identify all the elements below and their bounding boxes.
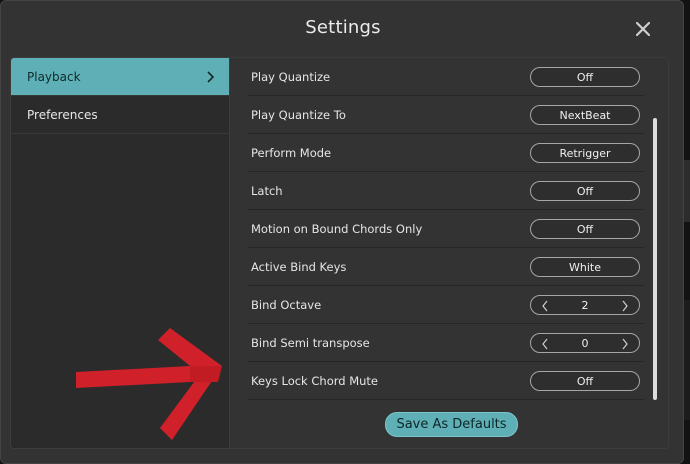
setting-label: Keys Lock Chord Mute	[251, 373, 379, 388]
active-bind-keys-select[interactable]: White	[530, 257, 640, 277]
setting-value: Retrigger	[559, 146, 611, 160]
close-button[interactable]	[631, 17, 655, 41]
sidebar-item-label: Preferences	[27, 107, 98, 122]
close-icon	[635, 21, 651, 37]
setting-label: Latch	[251, 183, 283, 198]
setting-label: Play Quantize To	[251, 107, 346, 122]
setting-row-keys-lock-chord-mute: Keys Lock Chord Mute Off	[248, 362, 644, 400]
chevron-right-icon	[207, 71, 215, 83]
setting-value: Off	[576, 184, 594, 198]
setting-value: Off	[576, 70, 594, 84]
perform-mode-select[interactable]: Retrigger	[530, 143, 640, 163]
background-window-edge	[684, 300, 690, 420]
setting-row-perform-mode: Perform Mode Retrigger	[248, 134, 644, 172]
keys-lock-chord-mute-toggle[interactable]: Off	[530, 371, 640, 391]
setting-label: Motion on Bound Chords Only	[251, 221, 423, 236]
annotation-arrow-icon	[76, 328, 222, 440]
background-window-edge	[684, 160, 690, 222]
increment-arrow-icon[interactable]	[621, 300, 629, 312]
setting-row-play-quantize-to: Play Quantize To NextBeat	[248, 96, 644, 134]
play-quantize-toggle[interactable]: Off	[530, 67, 640, 87]
play-quantize-to-select[interactable]: NextBeat	[530, 105, 640, 125]
sidebar-item-playback[interactable]: Playback	[11, 58, 229, 96]
settings-content: Play Quantize Off Play Quantize To NextB…	[230, 58, 668, 448]
setting-label: Bind Semi transpose	[251, 335, 370, 350]
setting-value: Off	[576, 222, 594, 236]
increment-arrow-icon[interactable]	[621, 338, 629, 350]
scrollbar-thumb[interactable]	[653, 118, 657, 400]
bind-octave-stepper[interactable]: 2	[530, 295, 640, 315]
setting-value: 2	[581, 298, 589, 312]
setting-label: Play Quantize	[251, 69, 331, 84]
setting-row-latch: Latch Off	[248, 172, 644, 210]
setting-row-play-quantize: Play Quantize Off	[248, 58, 644, 96]
dialog-title: Settings	[305, 17, 381, 38]
setting-value: 0	[581, 336, 589, 350]
setting-row-motion-bound-chords: Motion on Bound Chords Only Off	[248, 210, 644, 248]
decrement-arrow-icon[interactable]	[541, 300, 549, 312]
sidebar-item-preferences[interactable]: Preferences	[11, 96, 229, 134]
setting-label: Bind Octave	[251, 297, 322, 312]
setting-row-bind-semi-transpose: Bind Semi transpose 0	[248, 324, 644, 362]
setting-value: NextBeat	[559, 108, 611, 122]
motion-bound-chords-toggle[interactable]: Off	[530, 219, 640, 239]
setting-value: White	[569, 260, 601, 274]
bind-semi-transpose-stepper[interactable]: 0	[530, 333, 640, 353]
sidebar-item-label: Playback	[27, 69, 81, 84]
setting-row-bind-octave: Bind Octave 2	[248, 286, 644, 324]
setting-value: Off	[576, 374, 594, 388]
latch-toggle[interactable]: Off	[530, 181, 640, 201]
save-as-defaults-button[interactable]: Save As Defaults	[385, 412, 518, 437]
setting-row-active-bind-keys: Active Bind Keys White	[248, 248, 644, 286]
decrement-arrow-icon[interactable]	[541, 338, 549, 350]
setting-label: Active Bind Keys	[251, 259, 347, 274]
setting-label: Perform Mode	[251, 145, 332, 160]
